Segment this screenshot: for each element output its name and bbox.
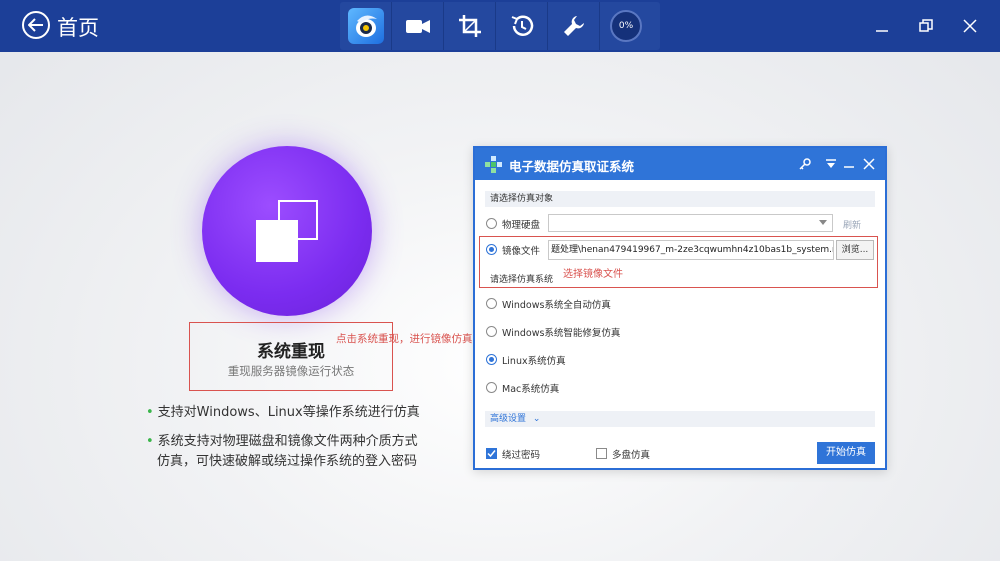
back-button[interactable] [22, 11, 50, 39]
crop-icon [458, 15, 481, 37]
system-option-label: Linux系统仿真 [502, 356, 566, 367]
wrench-icon [563, 16, 584, 36]
multi-disk-label: 多盘仿真 [612, 450, 651, 461]
dialog-title: 电子数据仿真取证系统 [509, 159, 635, 174]
restore-icon [919, 19, 933, 32]
close-icon [863, 158, 875, 170]
video-camera-icon [405, 20, 430, 33]
system-option-radio[interactable] [486, 354, 497, 365]
chevron-down-icon [819, 220, 827, 225]
refresh-link[interactable]: 刷新 [843, 218, 861, 231]
section-target-header: 请选择仿真对象 [485, 191, 875, 207]
bullet-item: • 支持对Windows、Linux等操作系统进行仿真 [146, 405, 420, 420]
bullet-dot-icon: • [146, 434, 154, 449]
dropdown-menu-icon [826, 159, 836, 168]
settings-button[interactable] [548, 2, 600, 50]
simulation-dialog: 电子数据仿真取证系统 请选择仿真对象 物理硬盘 刷新 镜像文件 题处理\hena… [473, 146, 887, 470]
bullet-dot-icon: • [146, 405, 154, 420]
system-option-radio[interactable] [486, 298, 497, 309]
key-button[interactable] [797, 156, 813, 172]
advanced-settings-toggle[interactable]: 高级设置 ⌄ [485, 411, 875, 427]
bypass-password-checkbox[interactable] [486, 448, 497, 459]
system-reproduce-button[interactable] [202, 146, 372, 316]
top-bar: 首页 0% [0, 0, 1000, 52]
minimize-icon [876, 30, 888, 32]
restore-button[interactable] [916, 16, 936, 36]
physical-disk-radio[interactable] [486, 218, 497, 229]
dialog-close-button[interactable] [861, 156, 877, 172]
bullet-item-continuation: 仿真，可快速破解或绕过操作系统的登入密码 [157, 454, 418, 469]
section-system-header: 请选择仿真系统 [490, 275, 554, 285]
start-simulation-button[interactable]: 开始仿真 [817, 442, 875, 464]
app-grid-icon [485, 156, 502, 173]
dialog-minimize-button[interactable] [841, 156, 857, 172]
dialog-title-bar: 电子数据仿真取证系统 [475, 148, 885, 180]
close-icon [963, 19, 977, 33]
system-option-radio[interactable] [486, 382, 497, 393]
system-option-radio[interactable] [486, 326, 497, 337]
app-logo-icon [347, 8, 384, 44]
annotation-text: 点击系统重现，进行镜像仿真 [336, 333, 473, 345]
checkmark-icon [487, 450, 496, 458]
gauge-value: 0% [610, 10, 642, 42]
multi-disk-checkbox[interactable] [596, 448, 607, 459]
back-arrow-icon [28, 18, 43, 32]
menu-dropdown-button[interactable] [823, 156, 839, 172]
close-button[interactable] [960, 16, 980, 36]
home-label[interactable]: 首页 [57, 12, 99, 42]
double-chevron-down-icon: ⌄ [532, 414, 541, 424]
minimize-icon [844, 166, 854, 168]
video-camera-button[interactable] [392, 2, 444, 50]
bypass-password-label: 绕过密码 [502, 450, 541, 461]
progress-gauge: 0% [600, 2, 652, 50]
physical-disk-select[interactable] [548, 214, 833, 232]
system-option-label: Windows系统智能修复仿真 [502, 328, 621, 339]
crop-button[interactable] [444, 2, 496, 50]
physical-disk-label: 物理硬盘 [502, 220, 541, 231]
app-logo-button[interactable] [340, 2, 392, 50]
bullet-item: • 系统支持对物理磁盘和镜像文件两种介质方式 [146, 434, 418, 449]
minimize-button[interactable] [872, 16, 892, 36]
key-icon [799, 158, 811, 170]
system-option-label: Mac系统仿真 [502, 384, 560, 395]
history-icon [511, 15, 533, 36]
feature-subtitle: 重现服务器镜像运行状态 [227, 364, 355, 378]
toolbar: 0% [340, 2, 660, 50]
history-button[interactable] [496, 2, 548, 50]
system-option-label: Windows系统全自动仿真 [502, 300, 611, 311]
